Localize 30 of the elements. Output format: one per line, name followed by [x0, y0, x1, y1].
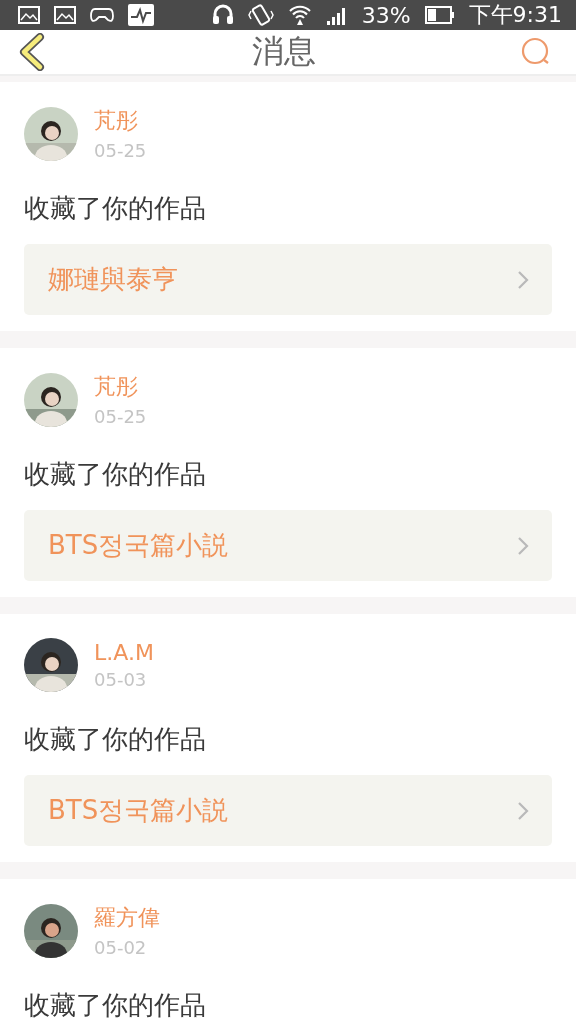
message-date: 05-02 — [94, 937, 148, 958]
user-name[interactable]: 芃彤 — [94, 372, 147, 402]
vibrate-icon — [247, 3, 274, 27]
work-link[interactable]: 娜璉與泰亨 — [24, 244, 552, 315]
user-name[interactable]: 芃彤 — [94, 106, 147, 136]
message-text: 收藏了你的作品 — [24, 458, 207, 491]
signal-icon — [325, 5, 348, 25]
chevron-right-icon — [516, 268, 530, 291]
pulse-icon — [128, 4, 154, 26]
battery-percentage: 33% — [361, 2, 411, 28]
headphones-icon — [211, 3, 234, 27]
wifi-icon — [287, 4, 312, 26]
message-date: 05-03 — [94, 669, 148, 690]
picture-icon — [18, 6, 40, 24]
chevron-right-icon — [516, 799, 530, 822]
user-name[interactable]: L.A.M — [94, 640, 154, 665]
picture-icon — [54, 6, 76, 24]
work-link[interactable]: BTS정국篇小説 — [24, 510, 552, 581]
message-text: 收藏了你的作品 — [24, 723, 207, 756]
battery-icon — [424, 6, 455, 24]
message-text: 收藏了你的作品 — [24, 989, 207, 1022]
message-date: 05-25 — [94, 406, 147, 427]
user-name[interactable]: 羅方偉 — [94, 903, 160, 933]
clock: 下午9:31 — [468, 1, 562, 29]
chevron-right-icon — [516, 534, 530, 557]
message-date: 05-25 — [94, 140, 147, 161]
gamepad-icon — [90, 6, 114, 24]
work-link[interactable]: BTS정국篇小説 — [24, 775, 552, 846]
message-text: 收藏了你的作品 — [24, 192, 207, 225]
page-title: 消息 — [252, 31, 316, 72]
